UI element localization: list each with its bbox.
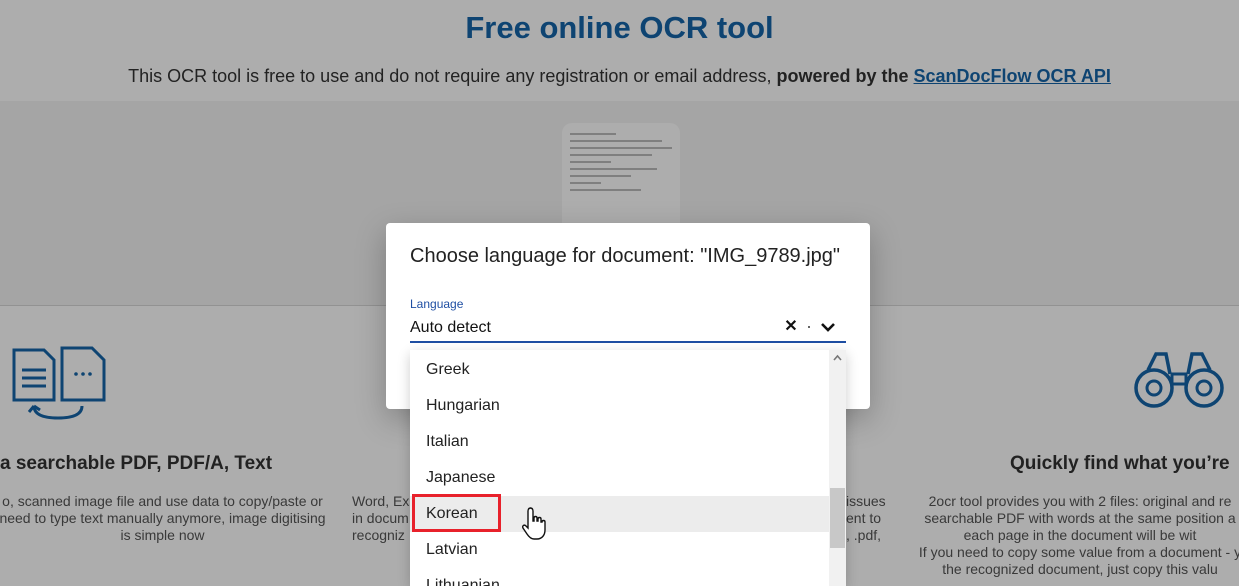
option-japanese[interactable]: Japanese xyxy=(410,460,830,496)
dropdown-scrollbar[interactable] xyxy=(829,350,846,586)
separator xyxy=(808,326,810,328)
korean-highlight-box xyxy=(412,494,501,532)
chevron-down-icon[interactable] xyxy=(818,319,838,337)
hand-cursor-icon xyxy=(522,507,546,540)
option-latvian[interactable]: Latvian xyxy=(410,532,830,568)
language-label: Language xyxy=(410,297,464,311)
clear-icon[interactable]: ✕ xyxy=(782,318,800,336)
dialog-title: Choose language for document: "IMG_9789.… xyxy=(410,245,841,267)
language-dropdown: Greek Hungarian Italian Japanese Korean … xyxy=(410,350,846,586)
option-lithuanian[interactable]: Lithuanian xyxy=(410,568,830,586)
scroll-up-icon[interactable] xyxy=(829,350,846,367)
option-italian[interactable]: Italian xyxy=(410,424,830,460)
language-select-value[interactable]: Auto detect xyxy=(410,319,491,337)
option-hungarian[interactable]: Hungarian xyxy=(410,388,830,424)
language-select-underline xyxy=(410,341,846,343)
scrollbar-thumb[interactable] xyxy=(830,488,845,548)
option-greek[interactable]: Greek xyxy=(410,352,830,388)
